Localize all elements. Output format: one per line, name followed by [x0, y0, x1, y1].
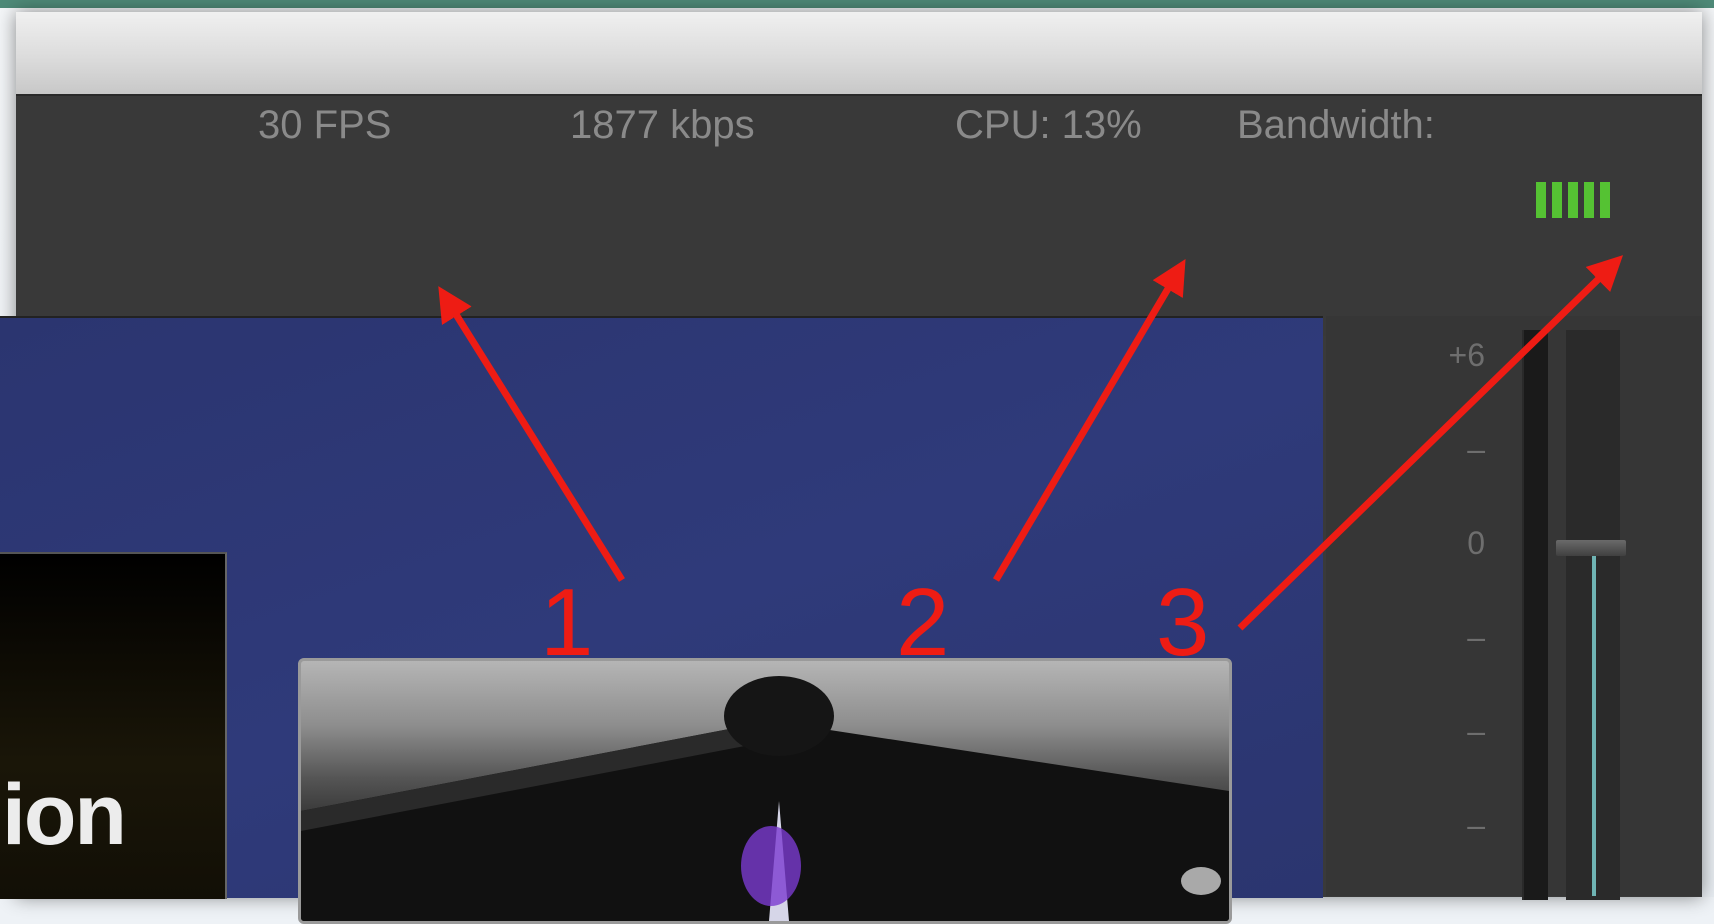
- arrow-3: [1237, 255, 1624, 631]
- annotation-label-2: 2: [896, 569, 950, 676]
- annotation-arrows: [438, 255, 1624, 631]
- annotation-label-3: 3: [1156, 569, 1210, 676]
- arrow-2: [992, 258, 1186, 582]
- annotation-label-1: 1: [540, 569, 594, 676]
- arrow-1: [438, 286, 625, 582]
